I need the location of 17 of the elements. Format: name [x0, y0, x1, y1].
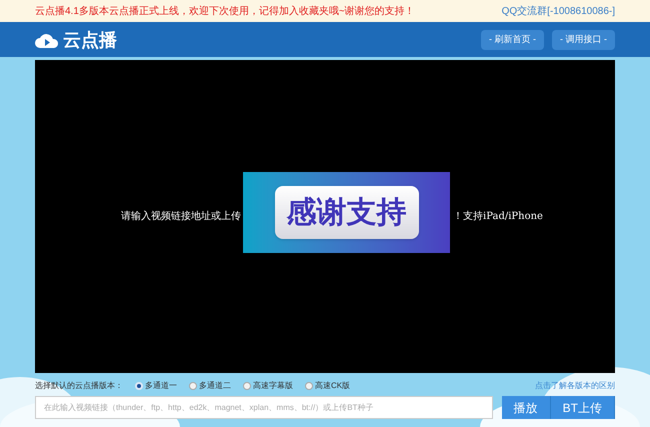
player-hint: 请输入视频链接地址或上传: [121, 210, 241, 224]
version-radio[interactable]: 高速CK版: [305, 380, 350, 392]
logo-text: 云点播: [63, 30, 117, 48]
action-button[interactable]: 播放: [502, 396, 551, 419]
qq-group-link[interactable]: QQ交流群[-1008610086-]: [502, 4, 615, 18]
player-hint: ！支持iPad/iPhone: [453, 210, 543, 224]
version-radio[interactable]: 高速字幕版: [243, 380, 293, 392]
video-url-field[interactable]: 在此输入视频链接（thunder、ftp、http、ed2k、magnet、xplan、mms、bt://）或上传BT种子: [35, 396, 493, 419]
version-label: 选择默认的云点播版本：: [35, 380, 123, 392]
notice-text: 云点播4.1多版本云点播正式上线，欢迎下次使用，记得加入收藏夹哦~谢谢您的支持！: [35, 4, 415, 18]
version-radio[interactable]: 多通道二: [189, 380, 231, 392]
header-button[interactable]: - 调用接口 -: [552, 30, 615, 50]
action-button[interactable]: BT上传: [550, 396, 615, 419]
thanks-text: 感谢支持: [274, 186, 418, 239]
version-radio[interactable]: 多通道一: [135, 380, 177, 392]
version-info-link[interactable]: 点击了解各版本的区别: [535, 380, 615, 392]
header-button[interactable]: - 刷新首页 -: [481, 30, 544, 50]
